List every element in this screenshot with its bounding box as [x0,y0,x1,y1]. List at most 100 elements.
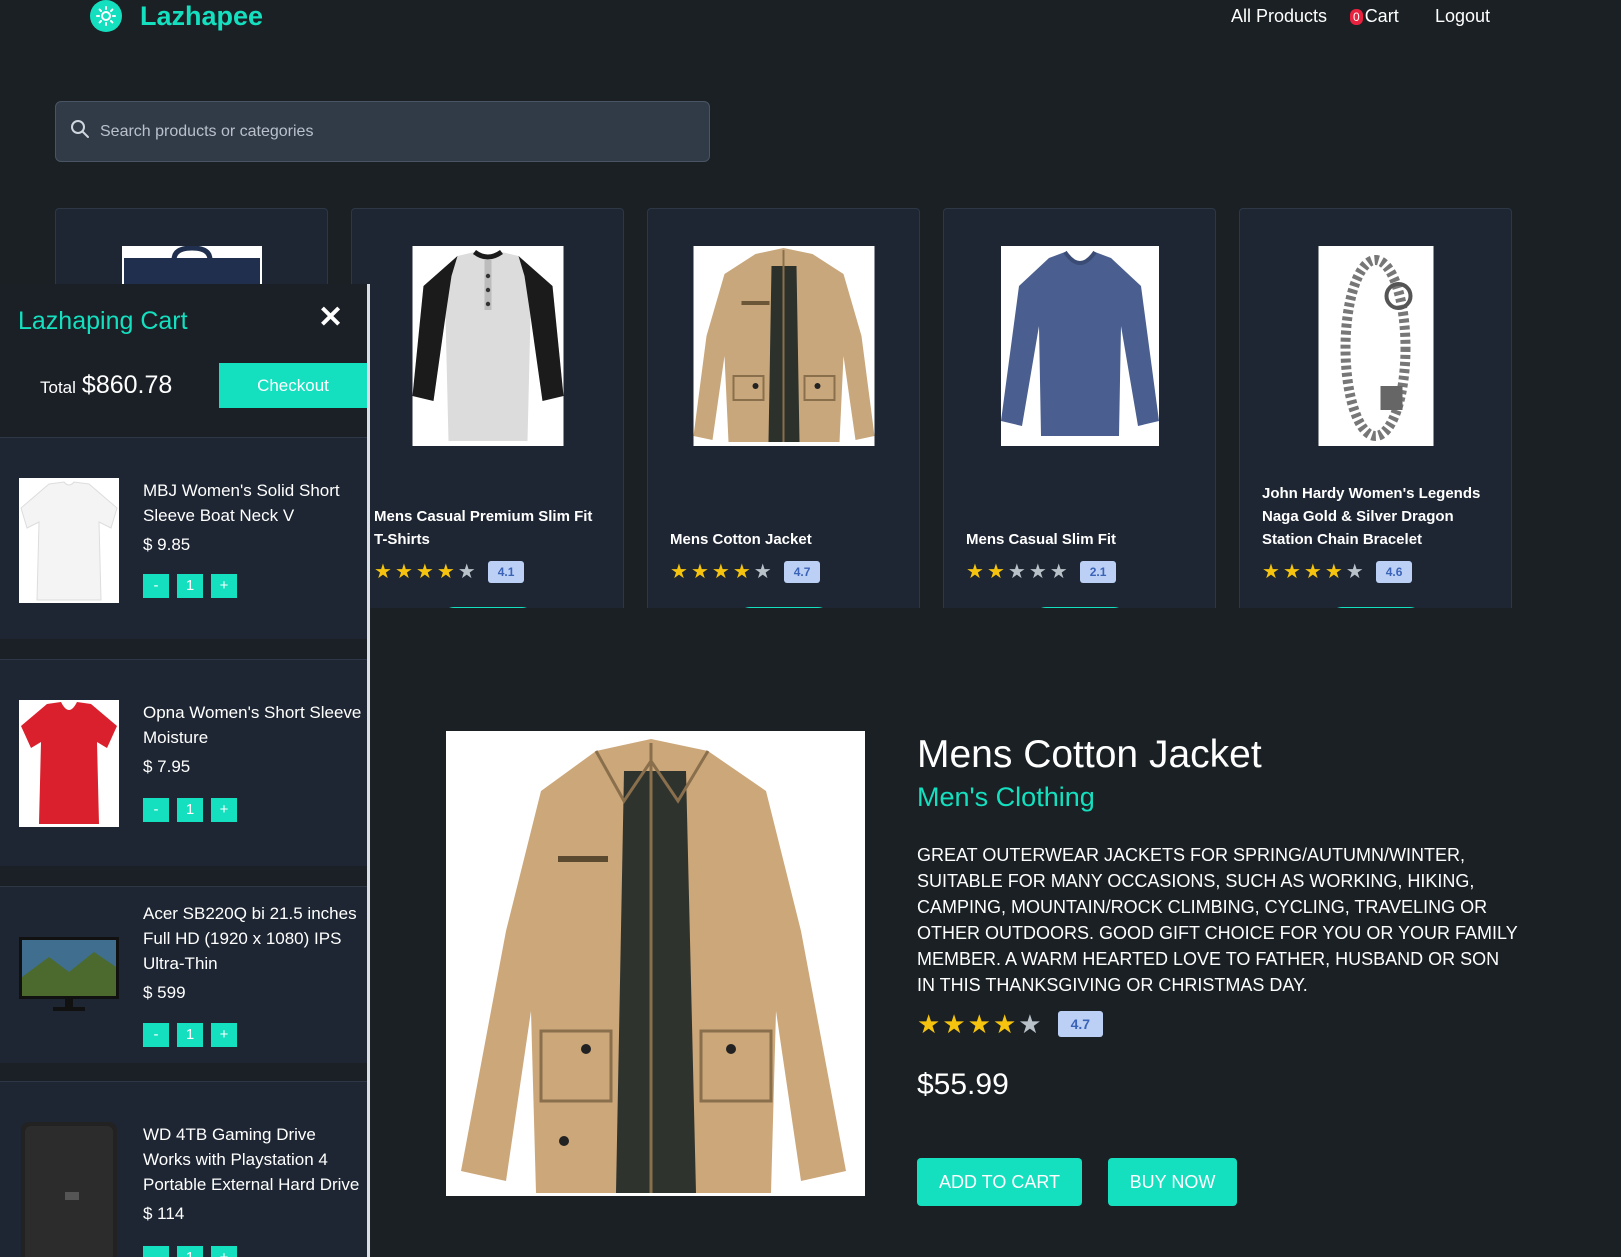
star-icon: ★ [394,561,413,583]
decrease-button[interactable]: - [143,1023,169,1047]
product-detail-image [446,731,865,1196]
decrease-button[interactable]: - [143,798,169,822]
cart-item: Opna Women's Short Sleeve Moisture $ 7.9… [0,659,367,866]
add-to-cart-button[interactable] [737,607,830,608]
product-rating: ★ ★ ★ ★ ★ 4.1 [374,561,525,583]
cart-item-price: $ 7.95 [143,757,191,776]
star-icon: ★ [1345,561,1364,583]
nav-cart-label: Cart [1364,6,1399,26]
close-icon[interactable]: ✕ [318,303,343,333]
quantity-stepper: - 1 + [143,574,245,598]
total-label: Total [40,378,76,397]
buy-now-button[interactable]: BUY NOW [1108,1158,1237,1206]
cart-item: Acer SB220Q bi 21.5 inches Full HD (1920… [0,886,367,1063]
product-detail-title: Mens Cotton Jacket [917,733,1262,776]
product-card[interactable]: John Hardy Women's Legends Naga Gold & S… [1239,208,1512,608]
star-icon: ★ [1303,561,1322,583]
decrease-button[interactable]: - [143,1246,169,1257]
product-name[interactable]: Mens Casual Slim Fit [966,528,1201,551]
add-to-cart-button[interactable] [1329,607,1422,608]
product-image-bag [121,246,262,286]
cart-item-name: MBJ Women's Solid Short Sleeve Boat Neck… [143,481,340,525]
product-image-longsleeve [1000,246,1159,446]
increase-button[interactable]: + [211,1023,237,1047]
cart-item-price: $ 9.85 [143,535,191,554]
cart-drawer: Lazhaping Cart ✕ Total $860.78 Checkout … [0,284,370,1257]
product-card[interactable]: Mens Cotton Jacket ★ ★ ★ ★ ★ 4.7 [647,208,920,608]
product-card[interactable]: Mens Casual Slim Fit ★ ★ ★ ★ ★ 2.1 [943,208,1216,608]
star-icon: ★ [992,1009,1017,1039]
add-to-cart-button[interactable] [441,607,534,608]
star-icon: ★ [942,1009,966,1039]
cart-item-image [19,1122,119,1257]
product-image-jacket [693,246,874,446]
cart-item: WD 4TB Gaming Drive Works with Playstati… [0,1081,367,1257]
star-icon: ★ [986,561,1005,583]
cart-item-name: Opna Women's Short Sleeve Moisture [143,703,362,747]
nav-cart[interactable]: 0 Cart [1350,6,1399,27]
cart-item: MBJ Women's Solid Short Sleeve Boat Neck… [0,437,367,639]
quantity-value: 1 [177,574,203,598]
cart-item-price: $ 114 [143,1204,185,1223]
product-name[interactable]: Mens Cotton Jacket [670,528,905,551]
star-icon: ★ [967,1009,991,1039]
product-rating: ★ ★ ★ ★ ★ 2.1 [966,561,1117,583]
cart-item-image [19,937,119,1013]
quantity-stepper: - 1 + [143,798,245,822]
product-name[interactable]: Mens Casual Premium Slim Fit T-Shirts [374,505,609,551]
product-image-bracelet [1318,246,1433,446]
rating-badge: 4.6 [1375,561,1413,583]
star-icon: ★ [732,561,751,583]
top-navbar: Lazhapee All Products 0 Cart Logout [0,0,1621,34]
rating-badge: 4.7 [783,561,821,583]
product-detail-rating: ★ ★ ★ ★ ★ 4.7 [917,1009,1104,1039]
search-icon [70,119,90,144]
product-card[interactable]: Mens Casual Premium Slim Fit T-Shirts ★ ★… [351,208,624,608]
star-icon: ★ [1028,561,1047,583]
brand-name: Lazhapee [140,0,264,31]
rating-badge: 4.7 [1057,1011,1104,1037]
cart-drawer-header: Lazhaping Cart ✕ Total $860.78 Checkout [0,284,367,437]
product-rating: ★ ★ ★ ★ ★ 4.7 [670,561,821,583]
star-icon: ★ [711,561,730,583]
star-icon: ★ [1007,561,1026,583]
quantity-value: 1 [177,798,203,822]
nav-all-products[interactable]: All Products [1231,6,1327,27]
nav-logout[interactable]: Logout [1435,6,1490,27]
product-name[interactable]: John Hardy Women's Legends Naga Gold & S… [1262,482,1497,551]
product-rating: ★ ★ ★ ★ ★ 4.6 [1262,561,1413,583]
decrease-button[interactable]: - [143,574,169,598]
star-icon: ★ [436,561,455,583]
product-image-henley [412,246,563,446]
quantity-stepper: - 1 + [143,1246,245,1257]
star-icon: ★ [415,561,434,583]
star-icon: ★ [1282,561,1301,583]
rating-badge: 4.1 [487,561,525,583]
add-to-cart-button[interactable]: ADD TO CART [917,1158,1082,1206]
search-bar [55,101,710,162]
rating-badge: 2.1 [1079,561,1117,583]
star-icon: ★ [670,561,688,583]
increase-button[interactable]: + [211,574,237,598]
product-detail-description: GREAT OUTERWEAR JACKETS FOR SPRING/AUTUM… [917,845,1518,995]
increase-button[interactable]: + [211,798,237,822]
checkout-button[interactable]: Checkout [219,363,367,408]
quantity-value: 1 [177,1246,203,1257]
cart-item-image [19,478,119,603]
star-icon: ★ [966,561,984,583]
brand-logo[interactable]: Lazhapee [90,0,263,32]
star-icon: ★ [457,561,476,583]
product-detail-category[interactable]: Men's Clothing [917,782,1095,813]
quantity-value: 1 [177,1023,203,1047]
star-icon: ★ [690,561,709,583]
cart-count-badge: 0 [1350,8,1363,25]
star-icon: ★ [917,1009,941,1039]
star-icon: ★ [1018,1009,1042,1039]
product-detail-price: $55.99 [917,1068,1009,1101]
cart-item-name: WD 4TB Gaming Drive Works with Playstati… [143,1125,360,1194]
add-to-cart-button[interactable] [1033,607,1126,608]
increase-button[interactable]: + [211,1246,237,1257]
search-input[interactable] [100,122,660,141]
star-icon: ★ [1324,561,1343,583]
cart-item-price: $ 599 [143,983,186,1002]
